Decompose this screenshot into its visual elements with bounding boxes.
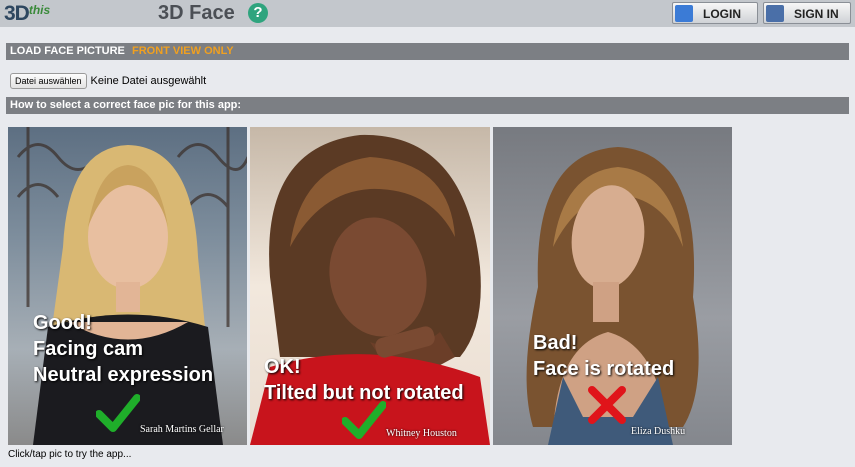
file-input-row: Datei auswählen Keine Datei ausgewählt [10, 73, 206, 89]
check-icon [342, 401, 386, 439]
person-name: Sarah Martins Gellar [140, 424, 224, 435]
site-logo[interactable]: 3Dthis [4, 2, 50, 25]
choose-file-button[interactable]: Datei auswählen [10, 73, 87, 89]
login-icon [675, 5, 693, 22]
example-photo-ok[interactable]: OK! Tilted but not rotated Whitney Houst… [250, 127, 490, 445]
cross-icon [588, 386, 626, 424]
caption-line: Good! [33, 312, 92, 334]
caption-line: Neutral expression [33, 364, 214, 386]
example-photo-good[interactable]: Good! Facing cam Neutral expression Sara… [8, 127, 247, 445]
signin-button[interactable]: SIGN IN [763, 2, 851, 24]
person-name: Whitney Houston [386, 428, 457, 439]
login-label: LOGIN [703, 7, 741, 21]
caption-line: OK! [264, 356, 301, 378]
check-icon [96, 394, 140, 432]
example-photo-bad[interactable]: Bad! Face is rotated Eliza Dushku [493, 127, 732, 445]
load-face-title: LOAD FACE PICTURE [10, 45, 125, 57]
try-app-hint: Click/tap pic to try the app... [8, 449, 132, 460]
example-caption-good: Good! Facing cam Neutral expression [33, 310, 213, 388]
file-status: Keine Datei ausgewählt [90, 75, 207, 87]
guide-title: How to select a correct face pic for thi… [10, 99, 242, 111]
signin-icon [766, 5, 784, 22]
caption-line: Bad! [533, 332, 578, 354]
example-caption-bad: Bad! Face is rotated [533, 330, 674, 382]
front-view-note: FRONT VIEW ONLY [131, 45, 234, 57]
caption-line: Facing cam [33, 338, 144, 360]
login-button[interactable]: LOGIN [672, 2, 758, 24]
app-title: 3D Face [158, 2, 235, 24]
person-name: Eliza Dushku [631, 426, 686, 437]
load-face-header: LOAD FACE PICTURE FRONT VIEW ONLY [6, 43, 849, 60]
guide-header: How to select a correct face pic for thi… [6, 97, 849, 114]
caption-line: Face is rotated [533, 358, 675, 380]
top-bar: 3Dthis 3D Face ? LOGIN SIGN IN [0, 0, 855, 27]
signin-label: SIGN IN [794, 7, 839, 21]
help-icon[interactable]: ? [248, 3, 268, 23]
